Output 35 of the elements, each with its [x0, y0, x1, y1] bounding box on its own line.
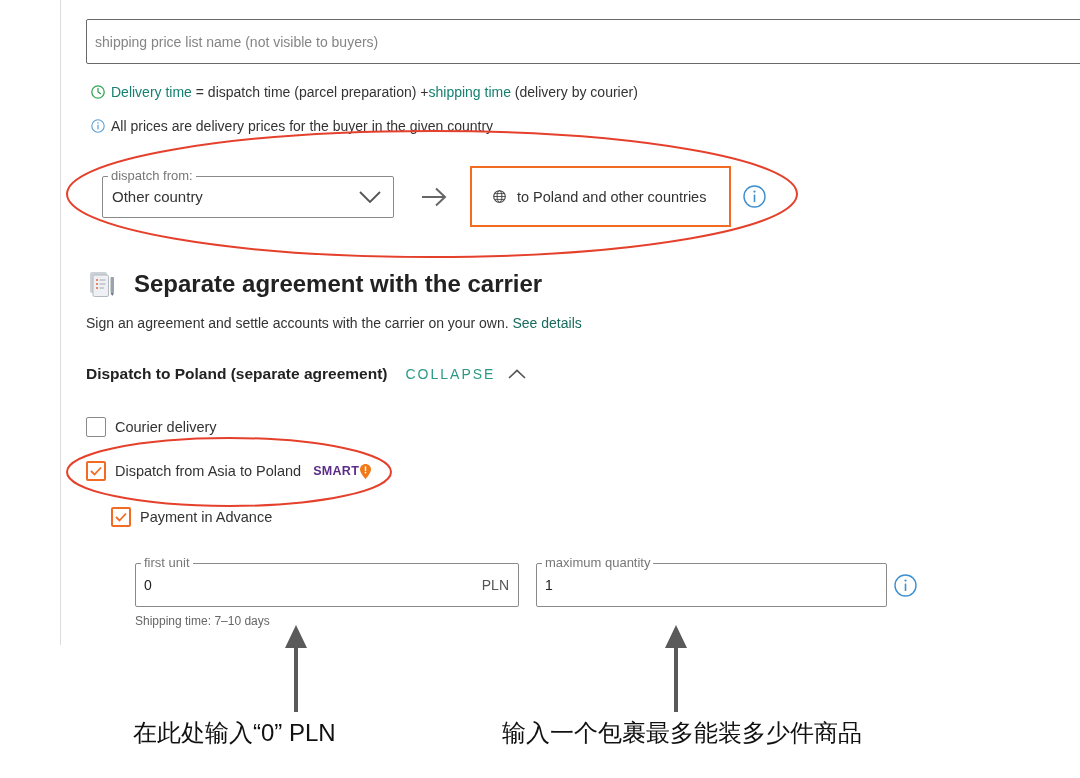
checkbox[interactable] [86, 461, 106, 481]
info-note: All prices are delivery prices for the buyer in the given country [111, 117, 494, 136]
checkmark-icon [115, 512, 127, 522]
info-icon[interactable] [743, 185, 766, 208]
collapse-toggle[interactable]: COLLAPSE [405, 366, 527, 382]
price-list-name-field[interactable]: shipping price list name (not visible to buyers) [86, 19, 1080, 64]
annotation-caption: 输入一个包裹最多能装多少件商品 [502, 719, 862, 747]
annotation-caption: 在此处输入“0” PLN [133, 719, 336, 747]
up-arrow-icon [665, 625, 687, 712]
section-description: Sign an agreement and settle accounts with the carrier on your own. See details [86, 314, 582, 333]
option-label: Payment in Advance [140, 509, 273, 525]
checkbox[interactable] [111, 507, 131, 527]
option-label: Dispatch from Asia to Poland [115, 463, 302, 479]
logo-text: SMART [313, 464, 360, 478]
chevron-down-icon [359, 190, 381, 203]
arrow-right-icon [421, 186, 447, 207]
option-label: Courier delivery [115, 419, 217, 435]
clock-icon [91, 85, 105, 99]
shipping-time-text: Shipping time: 7–10 days [135, 614, 270, 628]
section-heading: Separate agreement with the carrier [134, 269, 543, 299]
destination-button[interactable]: to Poland and other countries [470, 166, 731, 227]
info-icon [91, 119, 105, 133]
currency-label: PLN [481, 576, 509, 595]
info-note: Delivery time = dispatch time (parcel preparation) +shipping time (delivery by courier) [111, 83, 638, 102]
field-label: maximum quantity [542, 555, 654, 570]
pin-icon [360, 463, 372, 479]
checkbox[interactable] [86, 417, 106, 437]
field-label: first unit [141, 555, 193, 570]
group-title: Dispatch to Poland (separate agreement) [86, 364, 388, 384]
see-details-link[interactable]: See details [512, 315, 582, 331]
documents-icon [89, 270, 116, 298]
checkmark-icon [90, 466, 102, 476]
info-icon[interactable] [894, 573, 917, 597]
up-arrow-icon [285, 625, 307, 712]
globe-icon [493, 190, 506, 203]
